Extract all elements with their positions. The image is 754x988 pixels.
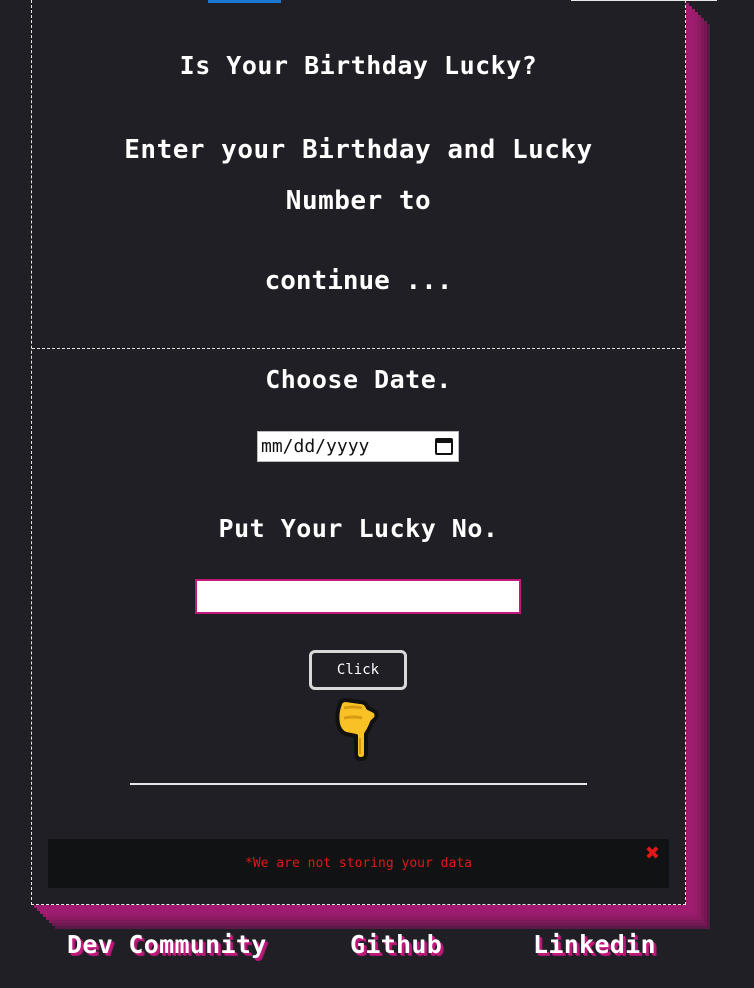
main-card: Is Your Birthday Lucky? Enter your Birth… [31,0,717,905]
privacy-notice: *We are not storing your data ✖ [48,839,669,888]
footer-link-dev-community[interactable]: Dev Community [67,930,267,959]
footer-link-linkedin[interactable]: Linkedin [533,930,656,959]
footer-nav: Dev Community Github Linkedin [0,930,754,970]
date-label: Choose Date. [265,365,452,394]
lucky-number-label: Put Your Lucky No. [218,514,499,543]
continue-text: continue ... [264,266,453,296]
close-icon[interactable]: ✖ [645,845,660,863]
date-input[interactable]: mm/dd/yyyy [257,431,459,462]
notice-text: *We are not storing your data [245,856,472,871]
date-placeholder: mm/dd/yyyy [261,436,370,457]
page-subtitle: Enter your Birthday and Lucky Number to [124,135,593,216]
calendar-icon[interactable] [435,438,453,455]
header-section: Is Your Birthday Lucky? Enter your Birth… [32,0,685,349]
lucky-number-input[interactable] [195,579,521,614]
pointing-down-hand-icon [335,698,379,761]
page-title: Is Your Birthday Lucky? [179,51,538,80]
footer-link-github[interactable]: Github [350,930,442,959]
click-button[interactable]: Click [309,650,407,690]
section-divider [130,783,587,785]
